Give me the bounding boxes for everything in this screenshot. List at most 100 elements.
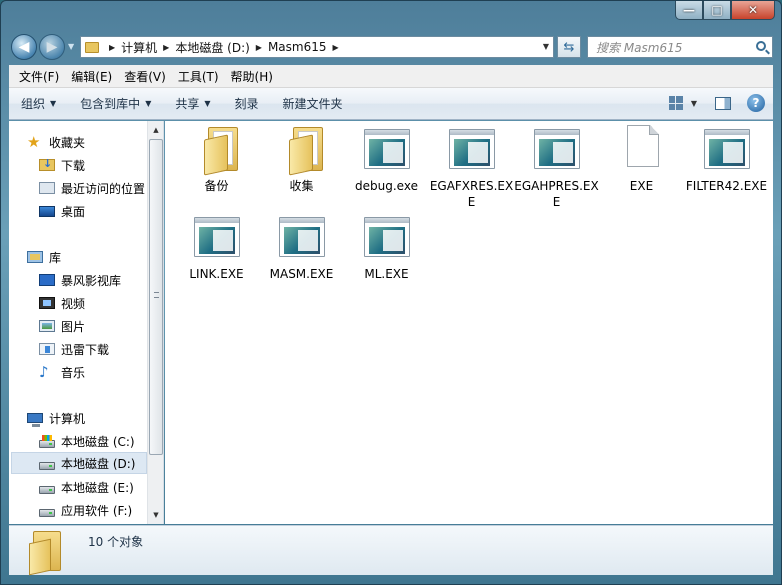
include-library-button[interactable]: 包含到库中 ▼ — [68, 95, 163, 112]
back-button[interactable]: ◀ — [11, 34, 37, 60]
nav-favorites[interactable]: ★ 收藏夹 — [27, 131, 163, 153]
burn-button[interactable]: 刻录 — [223, 95, 271, 112]
scroll-up-icon[interactable]: ▲ — [149, 122, 163, 138]
scroll-down-icon[interactable]: ▼ — [149, 507, 163, 523]
share-label: 共享 — [175, 97, 200, 111]
drive-icon — [39, 462, 55, 470]
file-item[interactable]: debug.exe — [344, 121, 429, 207]
close-icon: ✕ — [747, 3, 759, 17]
drive-icon — [39, 509, 55, 517]
exe-icon — [364, 129, 410, 169]
arrow-left-icon: ◀ — [18, 39, 30, 55]
menu-help[interactable]: 帮助(H) — [225, 68, 279, 85]
arrow-right-icon: ▶ — [46, 39, 58, 55]
chevron-down-icon: ▼ — [204, 99, 211, 108]
nav-desktop-label: 桌面 — [61, 204, 86, 219]
breadcrumb-masm615[interactable]: Masm615 — [268, 40, 327, 54]
nav-storm[interactable]: 暴风影视库 — [39, 269, 163, 291]
close-button[interactable]: ✕ — [731, 1, 775, 20]
search-input[interactable]: 搜索 Masm615 — [587, 36, 773, 58]
breadcrumb-drive-d[interactable]: 本地磁盘 (D:) — [175, 39, 249, 56]
grip-icon — [154, 292, 159, 298]
file-item[interactable]: EGAHPRES.EXE — [514, 121, 599, 209]
menu-bar: 文件(F) 编辑(E) 查看(V) 工具(T) 帮助(H) — [9, 65, 773, 88]
blank-file-icon — [627, 125, 659, 167]
preview-pane-icon[interactable] — [715, 96, 731, 110]
nav-music[interactable]: ♪ 音乐 — [39, 361, 163, 383]
nav-drive-c[interactable]: 本地磁盘 (C:) — [39, 430, 147, 452]
nav-downloads[interactable]: 下载 — [39, 154, 163, 176]
new-folder-button[interactable]: 新建文件夹 — [271, 95, 355, 112]
nav-drive-d[interactable]: 本地磁盘 (D:) — [11, 452, 147, 474]
address-bar[interactable]: ▶ 计算机 ▶ 本地磁盘 (D:) ▶ Masm615 ▶ ▼ — [80, 36, 554, 58]
music-note-icon: ♪ — [39, 363, 49, 381]
title-bar[interactable]: — □ ✕ — [1, 1, 781, 31]
file-name: debug.exe — [355, 179, 418, 193]
view-controls: ▼ ? — [668, 94, 765, 112]
nav-thunder[interactable]: 迅雷下载 — [39, 338, 163, 360]
share-button[interactable]: 共享 ▼ — [163, 95, 222, 112]
chevron-right-icon[interactable]: ▶ — [163, 43, 169, 52]
menu-edit[interactable]: 编辑(E) — [65, 68, 118, 85]
menu-tools[interactable]: 工具(T) — [172, 68, 225, 85]
help-icon[interactable]: ? — [747, 94, 765, 112]
star-icon: ★ — [27, 133, 41, 151]
file-name: FILTER42.EXE — [685, 179, 768, 193]
menu-file[interactable]: 文件(F) — [13, 68, 65, 85]
menu-view[interactable]: 查看(V) — [118, 68, 172, 85]
thunder-download-icon — [39, 343, 55, 355]
nav-drive-f[interactable]: 应用软件 (F:) — [39, 499, 147, 521]
nav-libraries[interactable]: 库 — [27, 246, 163, 268]
file-item[interactable]: MASM.EXE — [259, 209, 344, 295]
nav-scrollbar[interactable]: ▲ ▼ — [147, 121, 163, 524]
view-dropdown-icon[interactable]: ▼ — [691, 99, 697, 108]
details-pane: 10 个对象 — [9, 525, 773, 576]
chevron-right-icon[interactable]: ▶ — [333, 43, 339, 52]
nav-videos[interactable]: 视频 — [39, 292, 163, 314]
recent-pages-dropdown[interactable]: ▼ — [68, 42, 76, 52]
folder-icon — [289, 127, 325, 176]
forward-button[interactable]: ▶ — [39, 34, 65, 60]
chevron-right-icon[interactable]: ▶ — [256, 43, 262, 52]
computer-icon — [27, 413, 43, 427]
chevron-down-icon: ▼ — [145, 99, 152, 108]
nav-drive-e[interactable]: 本地磁盘 (E:) — [39, 476, 147, 498]
file-name: MASM.EXE — [269, 267, 334, 281]
file-item[interactable]: ML.EXE — [344, 209, 429, 295]
file-item[interactable]: FILTER42.EXE — [684, 121, 769, 207]
address-row: ◀ ▶ ▼ ▶ 计算机 ▶ 本地磁盘 (D:) ▶ Masm615 ▶ ▼ ⇆ … — [1, 31, 781, 63]
file-item[interactable]: 备份 — [174, 121, 259, 207]
item-count: 10 个对象 — [88, 535, 144, 549]
downloads-icon — [39, 157, 55, 171]
explorer-window: — □ ✕ ◀ ▶ ▼ ▶ 计算机 ▶ 本地磁盘 (D:) ▶ Masm615 … — [0, 0, 782, 585]
exe-icon — [279, 217, 325, 257]
file-item[interactable]: EXE — [599, 121, 684, 207]
refresh-button[interactable]: ⇆ — [557, 36, 581, 58]
nav-desktop[interactable]: 桌面 — [39, 200, 163, 222]
folder-icon — [29, 531, 63, 576]
search-icon[interactable] — [756, 41, 766, 51]
windows-drive-icon — [39, 435, 55, 448]
nav-thunder-label: 迅雷下载 — [61, 342, 110, 357]
nav-recent-label: 最近访问的位置 — [61, 181, 146, 196]
nav-pictures[interactable]: 图片 — [39, 315, 163, 337]
file-item[interactable]: EGAFXRES.EXE — [429, 121, 514, 209]
minimize-button[interactable]: — — [675, 1, 703, 20]
nav-computer[interactable]: 计算机 — [27, 407, 163, 429]
organize-label: 组织 — [21, 97, 46, 111]
organize-button[interactable]: 组织 ▼ — [9, 95, 68, 112]
nav-drive-c-label: 本地磁盘 (C:) — [61, 434, 135, 449]
address-dropdown-icon[interactable]: ▼ — [543, 42, 549, 51]
maximize-button[interactable]: □ — [703, 1, 731, 20]
exe-icon — [534, 129, 580, 169]
file-name: LINK.EXE — [189, 267, 244, 281]
scroll-thumb[interactable] — [149, 139, 163, 455]
file-item[interactable]: LINK.EXE — [174, 209, 259, 295]
chevron-right-icon[interactable]: ▶ — [109, 43, 115, 52]
file-item[interactable]: 收集 — [259, 121, 344, 207]
breadcrumb-computer[interactable]: 计算机 — [121, 39, 157, 56]
nav-recent[interactable]: 最近访问的位置 — [39, 177, 163, 199]
exe-icon — [194, 217, 240, 257]
change-view-icon[interactable] — [668, 96, 683, 110]
nav-drive-f-label: 应用软件 (F:) — [61, 503, 133, 518]
